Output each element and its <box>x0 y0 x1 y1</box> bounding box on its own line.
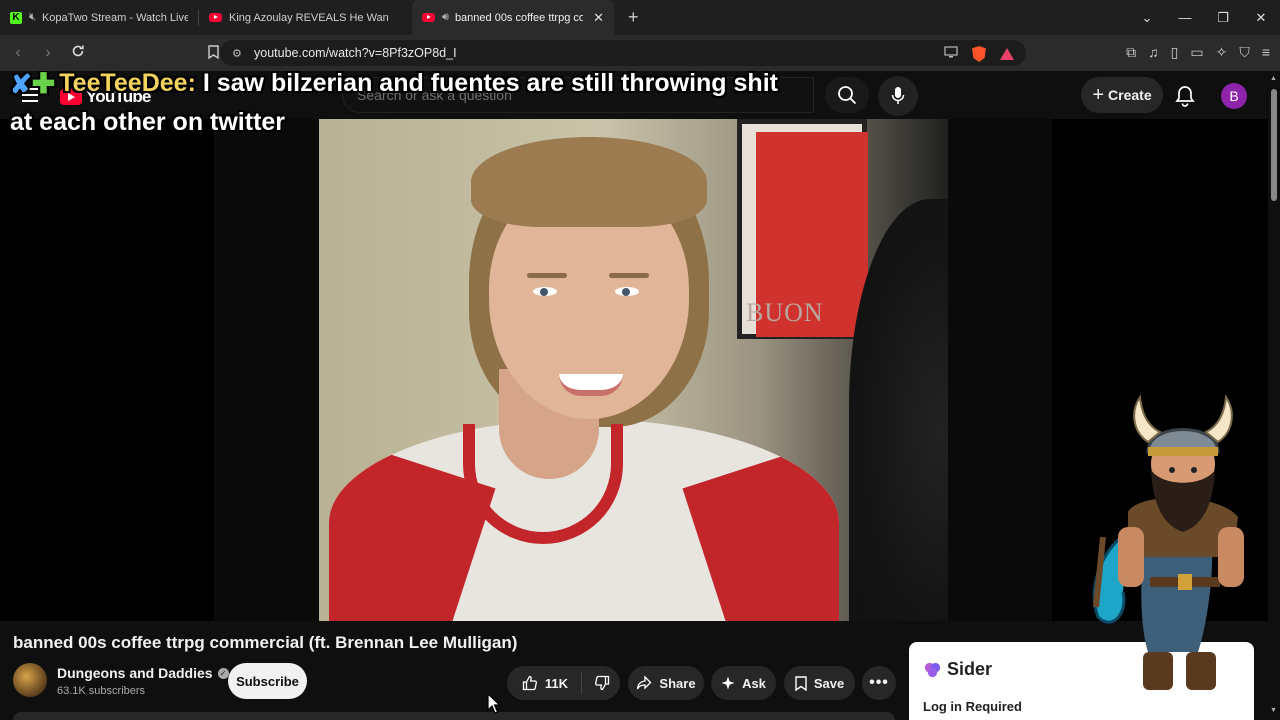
create-label: Create <box>1108 87 1152 103</box>
address-bar[interactable]: ⚙︎ youtube.com/watch?v=8Pf3zOP8d_I <box>220 40 1026 66</box>
eyebrow-right <box>609 273 649 278</box>
like-dislike-group: 11K <box>507 666 620 700</box>
chat-badges: ✘✚ <box>10 71 55 104</box>
account-avatar[interactable]: B <box>1221 83 1247 109</box>
voice-search-button[interactable] <box>878 76 918 116</box>
tab-title: banned 00s coffee ttrpg comm <box>454 11 584 24</box>
ask-label: Ask <box>742 675 766 691</box>
reload-button[interactable] <box>66 44 90 63</box>
window-controls: ⌄ — ❐ ✕ <box>1128 0 1280 35</box>
share-button[interactable]: Share <box>628 666 704 700</box>
verified-check-icon: ✓ <box>217 667 229 679</box>
search-icon <box>838 86 857 105</box>
eye-left <box>533 287 557 296</box>
browser-tab-bar: K 🔇︎ KopaTwo Stream - Watch Live o King … <box>0 0 1280 35</box>
mouse-cursor-icon <box>487 693 501 714</box>
scroll-down-arrow-icon[interactable]: ▼ <box>1270 707 1277 714</box>
thumbs-down-icon <box>595 675 610 691</box>
maximize-button[interactable]: ❐ <box>1204 10 1242 26</box>
sparkle-icon <box>721 676 735 690</box>
like-button[interactable]: 11K <box>510 672 583 694</box>
new-tab-button[interactable]: + <box>628 7 639 28</box>
audio-playing-icon[interactable]: 🔊︎ <box>442 11 449 24</box>
share-icon <box>637 675 652 690</box>
minimize-button[interactable]: — <box>1166 10 1204 25</box>
hair-top <box>471 137 707 227</box>
dislike-button[interactable] <box>582 675 617 691</box>
green-plus-badge-icon: ✚ <box>31 71 56 99</box>
wall-poster: BUON <box>737 119 868 339</box>
url-text: youtube.com/watch?v=8Pf3zOP8d_I <box>254 46 457 60</box>
ask-button[interactable]: Ask <box>711 666 776 700</box>
cast-icon[interactable] <box>944 45 958 63</box>
close-tab-icon[interactable]: ✕ <box>593 10 604 26</box>
extensions-icon[interactable]: ⧉ <box>1126 44 1136 61</box>
tab-search-dropdown-icon[interactable]: ⌄ <box>1128 10 1166 26</box>
crossed-swords-badge-icon: ✘ <box>10 71 32 99</box>
forward-button[interactable]: › <box>36 44 60 62</box>
save-button[interactable]: Save <box>784 666 855 700</box>
viking-mascot-image <box>1092 394 1244 690</box>
thumbs-up-icon <box>522 675 537 691</box>
back-button[interactable]: ‹ <box>6 44 30 62</box>
menu-icon[interactable]: ≡ <box>1262 44 1270 61</box>
eyebrow-left <box>527 273 567 278</box>
microphone-icon <box>891 87 905 104</box>
subscriber-count: 63.1K subscribers <box>57 685 146 697</box>
more-actions-button[interactable]: ••• <box>862 666 896 700</box>
subscribe-button[interactable]: Subscribe <box>228 663 307 699</box>
browser-toolbar: ‹ › ⚙︎ youtube.com/watch?v=8Pf3zOP8d_I ⧉… <box>0 35 1280 71</box>
channel-name[interactable]: Dungeons and Daddies <box>57 665 213 681</box>
close-window-button[interactable]: ✕ <box>1242 10 1280 26</box>
omnibox-actions <box>944 45 1014 63</box>
reload-icon <box>72 45 84 56</box>
eye-right <box>615 287 639 296</box>
sider-name: Sider <box>947 659 993 679</box>
notifications-bell-icon[interactable] <box>1172 83 1198 109</box>
sider-brain-icon <box>924 662 941 678</box>
brave-rewards-icon[interactable] <box>1000 48 1014 60</box>
search-button[interactable] <box>825 77 869 113</box>
share-label: Share <box>659 675 696 691</box>
sidebar-icon[interactable]: ▯ <box>1171 44 1179 61</box>
chat-username: TeeTeeDee: <box>59 71 196 98</box>
tab-king-azoulay[interactable]: King Azoulay REVEALS He Wants To F <box>199 0 399 35</box>
like-count: 11K <box>544 675 569 691</box>
create-button[interactable]: + Create <box>1081 77 1163 113</box>
youtube-page: BUON YouTube Search or ask a question + … <box>0 71 1280 720</box>
wallet-icon[interactable]: ▭ <box>1190 44 1203 61</box>
kick-icon: K <box>10 11 22 24</box>
youtube-icon <box>209 13 222 22</box>
tab-banned-coffee[interactable]: 🔊︎ banned 00s coffee ttrpg comm ✕ <box>412 0 614 35</box>
bookmark-save-icon <box>795 675 807 691</box>
save-label: Save <box>813 675 845 691</box>
site-info-icon[interactable]: ⚙︎ <box>232 47 252 60</box>
ai-assistant-icon[interactable]: ✧ <box>1216 44 1228 61</box>
tab-title: KopaTwo Stream - Watch Live o <box>41 11 188 24</box>
video-title: banned 00s coffee ttrpg commercial (ft. … <box>13 633 518 652</box>
vpn-icon[interactable]: ⛉ <box>1239 44 1250 61</box>
sider-login-status[interactable]: Log in Required <box>923 699 1022 714</box>
plus-icon: + <box>1092 83 1105 106</box>
media-controls-icon[interactable]: ♫ <box>1148 44 1159 61</box>
description-box[interactable] <box>13 712 895 720</box>
muted-speaker-icon[interactable]: 🔇︎ <box>29 11 36 24</box>
video-frame[interactable]: BUON <box>319 119 948 621</box>
stream-chat-overlay: ✘✚ TeeTeeDee: I saw bilzerian and fuentes… <box>10 71 790 141</box>
poster-text: BUON <box>746 298 824 327</box>
scroll-up-arrow-icon[interactable]: ▲ <box>1270 75 1277 82</box>
youtube-icon <box>422 13 435 22</box>
tab-kick-stream[interactable]: K 🔇︎ KopaTwo Stream - Watch Live o <box>0 0 198 35</box>
tab-title: King Azoulay REVEALS He Wants To F <box>229 11 389 24</box>
brave-shields-icon[interactable] <box>972 46 986 62</box>
sider-logo: Sider <box>923 659 992 680</box>
channel-avatar[interactable] <box>13 663 47 697</box>
scrollbar-thumb[interactable] <box>1271 89 1277 201</box>
bookmark-icon[interactable] <box>208 44 219 62</box>
extension-icons: ⧉ ♫ ▯ ▭ ✧ ⛉ ≡ <box>1126 44 1270 61</box>
channel-name-row[interactable]: Dungeons and Daddies ✓ <box>57 665 229 681</box>
